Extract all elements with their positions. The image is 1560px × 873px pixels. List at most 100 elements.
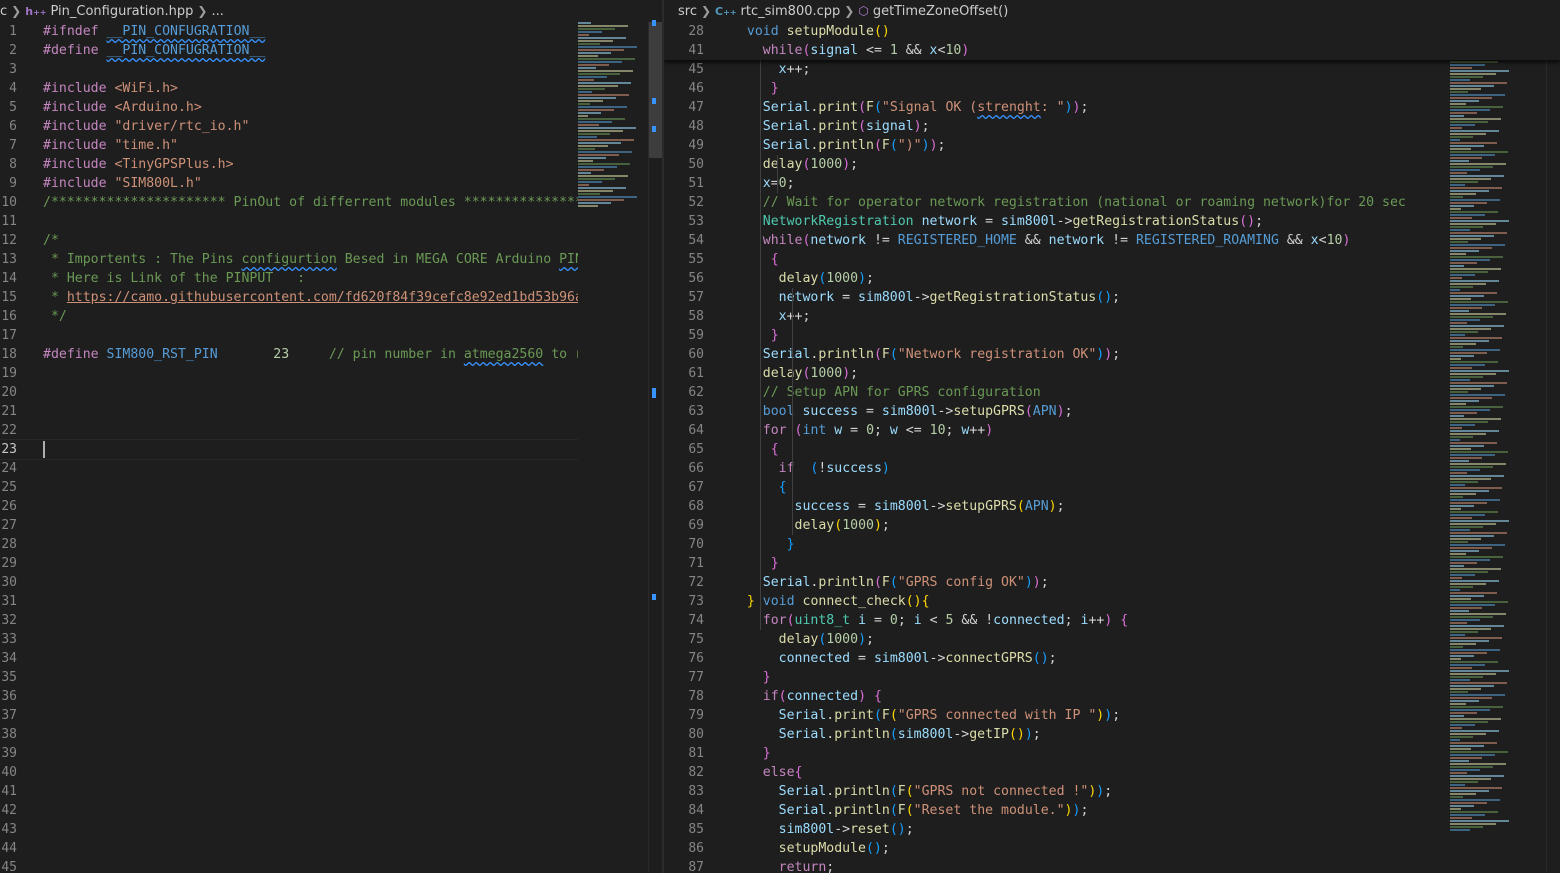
code-line[interactable]: 16 */: [0, 307, 662, 326]
breadcrumb-root[interactable]: c: [0, 4, 7, 19]
code-line[interactable]: 81 }: [664, 744, 1560, 763]
code-line[interactable]: 64 for (int w = 0; w <= 10; w++): [664, 421, 1560, 440]
code-line[interactable]: 50 delay(1000);: [664, 155, 1560, 174]
code-line[interactable]: 32: [0, 611, 662, 630]
code-line[interactable]: 43: [0, 820, 662, 839]
code-line[interactable]: 58 x++;: [664, 307, 1560, 326]
sticky-scroll-header[interactable]: 28 void setupModule() 41 while(signal <= …: [664, 22, 1560, 60]
code-line[interactable]: 20: [0, 383, 662, 402]
code-line[interactable]: 85 sim800l->reset();: [664, 820, 1560, 839]
code-line[interactable]: 9 #include "SIM800L.h": [0, 174, 662, 193]
code-line[interactable]: 34: [0, 649, 662, 668]
breadcrumb-symbol[interactable]: getTimeZoneOffset(): [873, 4, 1008, 19]
left-minimap[interactable]: [578, 22, 648, 873]
code-line[interactable]: 87 return;: [664, 858, 1560, 873]
breadcrumb-file[interactable]: rtc_sim800.cpp: [741, 4, 841, 19]
left-code-area[interactable]: 1 #ifndef __PIN_CONFUGRATION__ 2 #define __…: [0, 22, 662, 873]
code-line[interactable]: 42: [0, 801, 662, 820]
code-line[interactable]: 22: [0, 421, 662, 440]
code-line[interactable]: 83 Serial.println(F("GPRS not connected …: [664, 782, 1560, 801]
code-line[interactable]: 74 for(uint8_t i = 0; i < 5 && !connecte…: [664, 611, 1560, 630]
code-line[interactable]: 66 if (!success): [664, 459, 1560, 478]
code-line[interactable]: 28: [0, 535, 662, 554]
code-line[interactable]: 18 #define SIM800_RST_PIN 23 // pin numbe…: [0, 345, 662, 364]
code-line[interactable]: 5 #include <Arduino.h>: [0, 98, 662, 117]
code-line[interactable]: 44: [0, 839, 662, 858]
code-line[interactable]: 8 #include <TinyGPSPlus.h>: [0, 155, 662, 174]
code-line[interactable]: 45: [0, 858, 662, 873]
code-line[interactable]: 70 }: [664, 535, 1560, 554]
code-line[interactable]: 52 // Wait for operator network registra…: [664, 193, 1560, 212]
code-line[interactable]: 46 }: [664, 79, 1560, 98]
code-line[interactable]: 21: [0, 402, 662, 421]
code-line[interactable]: 45 x++;: [664, 60, 1560, 79]
code-line[interactable]: 19: [0, 364, 662, 383]
code-line[interactable]: 79 Serial.print(F("GPRS connected with I…: [664, 706, 1560, 725]
code-line[interactable]: 57 network = sim800l->getRegistrationSta…: [664, 288, 1560, 307]
code-line[interactable]: 25: [0, 478, 662, 497]
code-line[interactable]: 12 /*: [0, 231, 662, 250]
code-line[interactable]: 41 while(signal <= 1 && x<10): [664, 41, 1560, 60]
breadcrumb-folder[interactable]: src: [678, 4, 697, 19]
code-line[interactable]: 47 Serial.print(F("Signal OK (strenght: …: [664, 98, 1560, 117]
right-scrollbar[interactable]: [1546, 22, 1560, 873]
right-minimap[interactable]: [1450, 22, 1520, 873]
code-line[interactable]: 51 x=0;: [664, 174, 1560, 193]
code-line[interactable]: 35: [0, 668, 662, 687]
left-scroll-thumb[interactable]: [649, 22, 662, 158]
code-line[interactable]: 71 }: [664, 554, 1560, 573]
code-line[interactable]: 49 Serial.println(F(")"));: [664, 136, 1560, 155]
code-line[interactable]: 86 setupModule();: [664, 839, 1560, 858]
code-line[interactable]: 4 #include <WiFi.h>: [0, 79, 662, 98]
code-line[interactable]: 39: [0, 744, 662, 763]
left-scrollbar[interactable]: [648, 20, 662, 873]
code-line[interactable]: 29: [0, 554, 662, 573]
code-line[interactable]: 13 * Importents : The Pins configurtion …: [0, 250, 662, 269]
code-line[interactable]: 14 * Here is Link of the PINPUT :: [0, 269, 662, 288]
code-line[interactable]: 48 Serial.print(signal);: [664, 117, 1560, 136]
code-line[interactable]: 69 delay(1000);: [664, 516, 1560, 535]
code-line[interactable]: 59 }: [664, 326, 1560, 345]
breadcrumb-trail[interactable]: ...: [211, 4, 223, 19]
code-line[interactable]: 65 {: [664, 440, 1560, 459]
code-line[interactable]: 84 Serial.println(F("Reset the module.")…: [664, 801, 1560, 820]
code-line[interactable]: 31: [0, 592, 662, 611]
code-line[interactable]: 76 connected = sim800l->connectGPRS();: [664, 649, 1560, 668]
code-line[interactable]: 40: [0, 763, 662, 782]
code-line[interactable]: 27: [0, 516, 662, 535]
breadcrumb-file[interactable]: Pin_Configuration.hpp: [50, 4, 193, 19]
code-line[interactable]: 56 delay(1000);: [664, 269, 1560, 288]
code-line[interactable]: 15 * https://camo.githubusercontent.com/…: [0, 288, 662, 307]
code-line[interactable]: 54 while(network != REGISTERED_HOME && n…: [664, 231, 1560, 250]
code-line[interactable]: 63 bool success = sim800l->setupGPRS(APN…: [664, 402, 1560, 421]
code-line[interactable]: 26: [0, 497, 662, 516]
code-line[interactable]: 17: [0, 326, 662, 345]
code-line[interactable]: 30: [0, 573, 662, 592]
code-line[interactable]: 6 #include "driver/rtc_io.h": [0, 117, 662, 136]
code-line[interactable]: 38: [0, 725, 662, 744]
code-line[interactable]: 80 Serial.println(sim800l->getIP());: [664, 725, 1560, 744]
code-line[interactable]: 24: [0, 459, 662, 478]
code-line[interactable]: 62 // Setup APN for GPRS configuration: [664, 383, 1560, 402]
code-line[interactable]: 78 if(connected) {: [664, 687, 1560, 706]
code-line[interactable]: 61 delay(1000);: [664, 364, 1560, 383]
code-line[interactable]: 11: [0, 212, 662, 231]
code-line[interactable]: 37: [0, 706, 662, 725]
left-editor-pane[interactable]: c ❯ h++ Pin_Configuration.hpp ❯ ... 1 #if…: [0, 0, 662, 873]
code-line[interactable]: 55 {: [664, 250, 1560, 269]
code-line[interactable]: 3: [0, 60, 662, 79]
code-line[interactable]: 23: [0, 439, 662, 460]
code-line[interactable]: 28 void setupModule(): [664, 22, 1560, 41]
code-line[interactable]: 10 /********************** PinOut of diff…: [0, 193, 662, 212]
code-line[interactable]: 72 Serial.println(F("GPRS config OK"));: [664, 573, 1560, 592]
code-line[interactable]: 36: [0, 687, 662, 706]
right-code-area[interactable]: 45 x++; 46 } 47 Serial.print(F("Signal OK …: [664, 60, 1560, 873]
code-line[interactable]: 7 #include "time.h": [0, 136, 662, 155]
code-line[interactable]: 33: [0, 630, 662, 649]
code-line[interactable]: 77 }: [664, 668, 1560, 687]
code-line[interactable]: 41: [0, 782, 662, 801]
code-line[interactable]: 67 {: [664, 478, 1560, 497]
code-line[interactable]: 75 delay(1000);: [664, 630, 1560, 649]
code-line[interactable]: 73 } void connect_check(){: [664, 592, 1560, 611]
code-line[interactable]: 60 Serial.println(F("Network registratio…: [664, 345, 1560, 364]
